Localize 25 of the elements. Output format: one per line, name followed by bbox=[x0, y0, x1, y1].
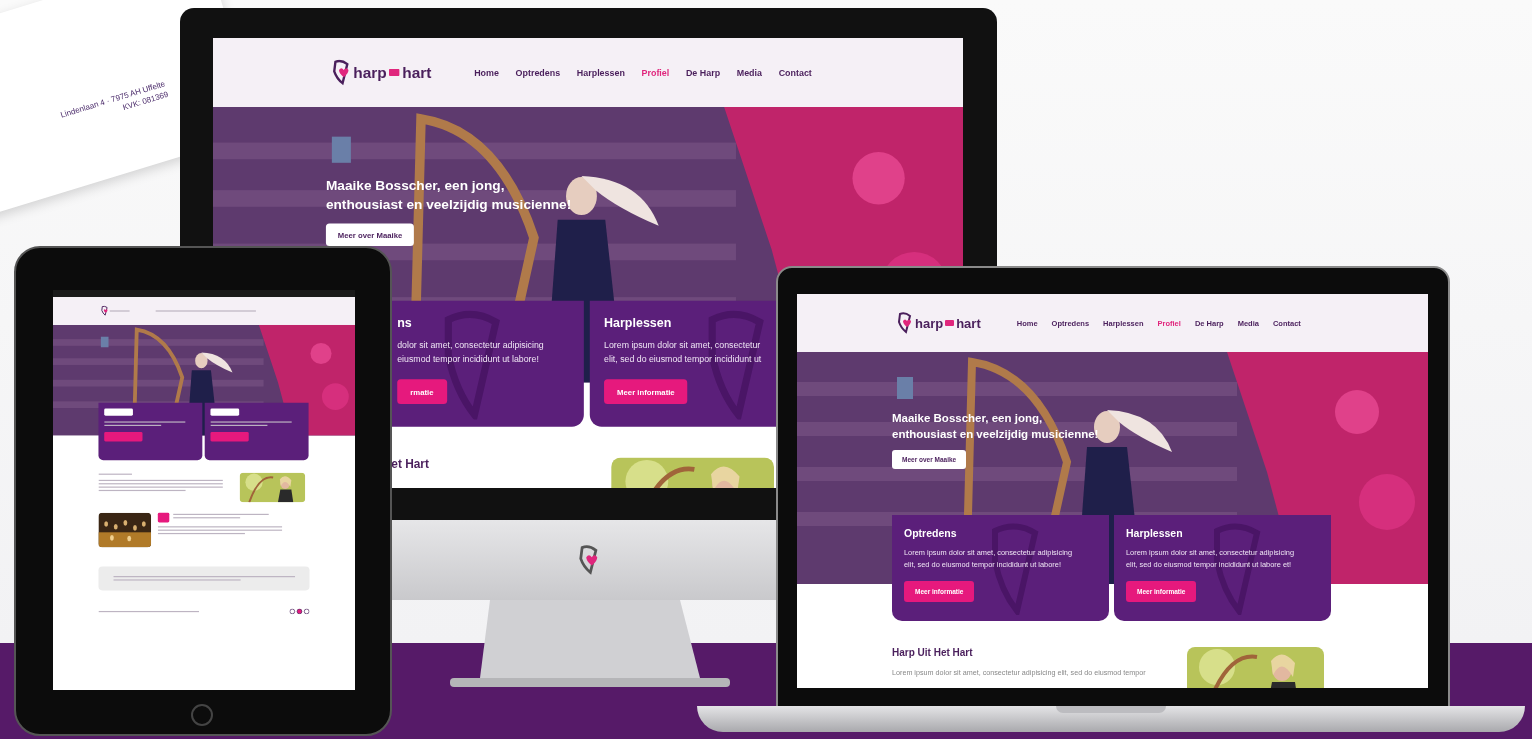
more-info-button[interactable] bbox=[104, 431, 143, 442]
nav-link[interactable]: De Harp bbox=[685, 67, 721, 78]
nav-link[interactable]: Optredens bbox=[515, 67, 561, 78]
logo-tag-icon bbox=[389, 68, 400, 77]
nav-link[interactable]: Media bbox=[736, 67, 762, 78]
hero-title: enthousiast en veelzijdig musicienne! bbox=[892, 427, 1099, 442]
nav-link[interactable]: Contact bbox=[778, 67, 812, 78]
card-title: Optredens bbox=[904, 527, 957, 539]
logo-text: harp bbox=[353, 63, 387, 82]
card-title-bar bbox=[104, 408, 133, 416]
section-title: Harp Uit Het Hart bbox=[892, 647, 974, 658]
more-info-button[interactable] bbox=[210, 431, 249, 442]
harp-heart-logo-icon bbox=[577, 544, 600, 576]
logo-text: hart bbox=[956, 315, 981, 331]
date-badge bbox=[157, 512, 170, 523]
hero-title: Maaike Bosscher, een jong, bbox=[892, 411, 1043, 426]
card-title: Harplessen bbox=[1126, 527, 1183, 539]
home-button[interactable] bbox=[191, 704, 213, 726]
nav-link[interactable]: Harplessen bbox=[576, 67, 625, 78]
logo-text: hart bbox=[402, 63, 432, 82]
harp-heart-logo-icon bbox=[331, 59, 351, 86]
section-title: et Hart bbox=[391, 457, 429, 471]
nav-link[interactable]: Profiel bbox=[641, 67, 670, 78]
nav-link[interactable]: Home bbox=[474, 67, 499, 78]
card-title-bar bbox=[210, 408, 240, 416]
